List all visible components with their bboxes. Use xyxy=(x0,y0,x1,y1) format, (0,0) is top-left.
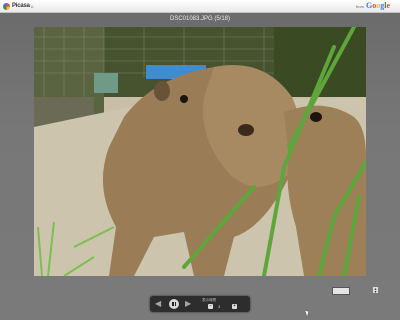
brand-from: from xyxy=(355,4,364,9)
photo-caption: DSC01083.JPG (5/18) xyxy=(169,16,231,22)
speed-increase-button[interactable]: + xyxy=(232,304,237,309)
zoom-stepper-icon[interactable]: ▴ ▾ xyxy=(373,287,378,294)
previous-arrow-icon[interactable]: ◀ xyxy=(155,296,161,312)
google-brand: from Google xyxy=(356,1,390,10)
picasa-logo[interactable]: Picasa A xyxy=(3,1,34,11)
next-arrow-icon[interactable]: ▶ xyxy=(185,296,191,312)
zoom-current-value[interactable] xyxy=(332,287,350,295)
speed-decrease-button[interactable]: − xyxy=(208,304,213,309)
logo-text: Picasa xyxy=(12,3,30,9)
pause-icon[interactable] xyxy=(169,299,179,309)
capybara-photo-image xyxy=(34,27,366,276)
zoom-selector[interactable]: ▴ ▾ xyxy=(332,286,380,295)
top-bar: Picasa A from Google xyxy=(0,0,400,13)
google-wordmark: Google xyxy=(365,1,390,10)
display-time-value: 3 xyxy=(218,304,221,309)
logo-subtext: A xyxy=(30,3,34,9)
mouse-cursor-icon xyxy=(305,309,310,317)
slideshow-controls: ◀ ▶ 表示時間 − 3 + xyxy=(150,296,250,312)
picasa-logo-icon xyxy=(3,2,10,10)
slideshow-photo[interactable] xyxy=(34,27,366,276)
